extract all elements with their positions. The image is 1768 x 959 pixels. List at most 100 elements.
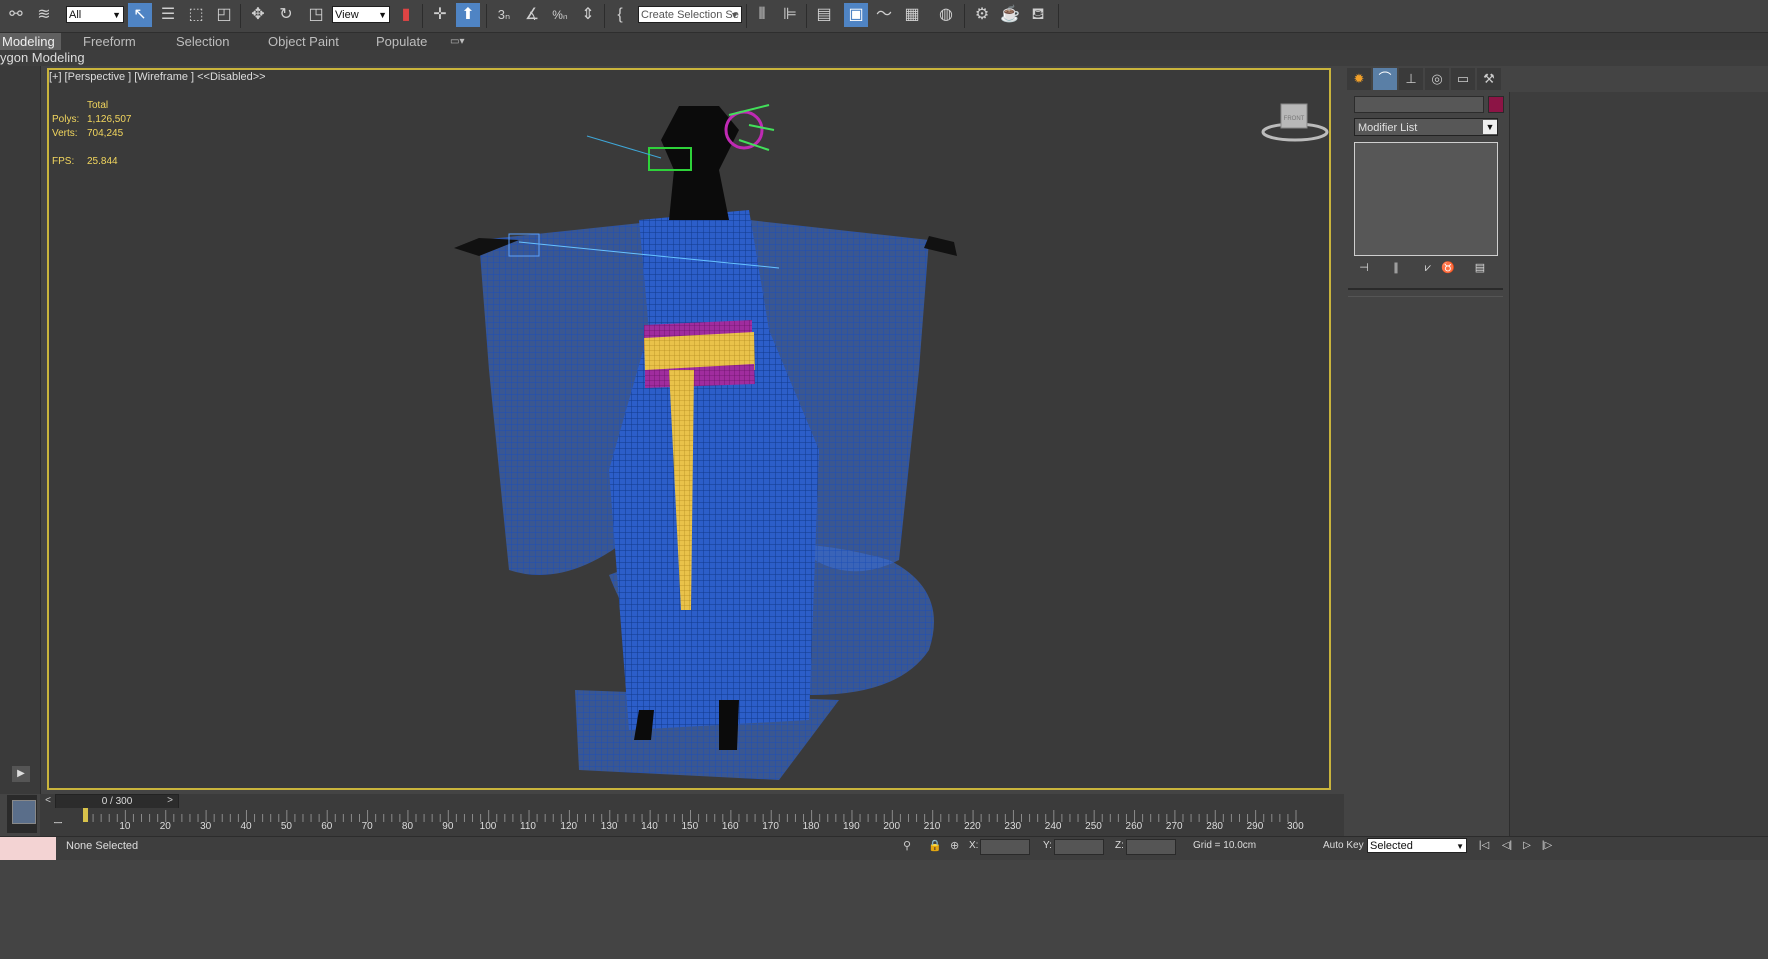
move-icon[interactable]: ✥ — [246, 3, 270, 27]
ribbon-options-icon[interactable]: ▭▾ — [450, 33, 464, 50]
snap-3d-icon[interactable]: 3ₙ — [492, 3, 516, 27]
selection-filter-dropdown[interactable]: All ▼ — [66, 6, 124, 23]
select-by-name-icon[interactable]: ☰ — [156, 3, 180, 27]
next-frame-icon[interactable]: |▷ — [1538, 839, 1556, 853]
tab-freeform[interactable]: Freeform — [83, 33, 136, 50]
ribbon-panel-label[interactable]: ygon Modeling — [0, 50, 1768, 66]
select-manipulate-icon[interactable]: ✛ — [428, 3, 452, 27]
expand-panel-icon[interactable]: ▶ — [12, 766, 30, 782]
stats-polys-value: 1,126,507 — [87, 114, 132, 125]
mirror-icon[interactable]: ⫴ — [750, 3, 774, 27]
command-panel: ✹ ⌒ ⊥ ◎ ▭ ⚒ Modifier List ▼ ⊣ ∥ ⩗ ♉ ▤ — [1343, 66, 1515, 836]
absolute-mode-icon[interactable]: ⊕ — [950, 839, 959, 852]
show-end-result-icon[interactable]: ∥ — [1387, 260, 1405, 276]
z-coord-label: Z: — [1115, 840, 1124, 851]
stats-fps-label: FPS: — [52, 156, 75, 167]
grid-size: Grid = 10.0cm — [1193, 840, 1257, 851]
tab-populate[interactable]: Populate — [376, 33, 427, 50]
maxscript-mini-listener[interactable] — [7, 795, 37, 833]
tab-object-paint[interactable]: Object Paint — [268, 33, 339, 50]
y-coord-field[interactable] — [1054, 839, 1104, 855]
current-frame-marker[interactable] — [83, 808, 88, 822]
modifier-list-dropdown[interactable]: Modifier List ▼ — [1354, 118, 1498, 136]
y-coord-label: Y: — [1043, 840, 1052, 851]
scene-explorer-icon[interactable]: ▣ — [844, 3, 868, 27]
viewport-disabled-label[interactable]: <<Disabled>> — [197, 71, 266, 83]
viewport-view-label[interactable]: [Perspective ] — [65, 71, 132, 83]
material-editor-icon[interactable]: ◍ — [934, 3, 958, 27]
key-filter-dropdown[interactable]: Selected ▼ — [1367, 838, 1467, 853]
unlink-icon[interactable]: ≋ — [32, 3, 56, 27]
track-tick-label: 80 — [401, 821, 414, 832]
render-setup-icon[interactable]: ⚙ — [970, 3, 994, 27]
status-bar: None Selected ⚲ 🔒 ⊕ X: Y: Z: Grid = 10.0… — [0, 836, 1768, 860]
track-tick-label: 160 — [721, 821, 739, 832]
named-selection-dropdown[interactable]: Create Selection Se ▼ — [638, 6, 742, 23]
play-icon[interactable]: ▷ — [1518, 839, 1536, 853]
stats-verts-value: 704,245 — [87, 128, 124, 139]
rotate-icon[interactable]: ↻ — [274, 3, 298, 27]
goto-start-icon[interactable]: |◁ — [1475, 839, 1493, 853]
keyboard-shortcut-icon[interactable]: ⬆ — [456, 3, 480, 27]
x-coord-field[interactable] — [980, 839, 1030, 855]
time-slider[interactable]: 0 / 300 — [55, 794, 179, 809]
z-coord-field[interactable] — [1126, 839, 1176, 855]
modifier-stack[interactable] — [1354, 142, 1498, 256]
render-icon[interactable]: ⛾ — [1026, 3, 1050, 27]
time-slider-next-icon[interactable]: > — [164, 794, 176, 807]
spinner-snap-icon[interactable]: ⇕ — [576, 3, 600, 27]
track-tick-label: 130 — [600, 821, 618, 832]
ref-coord-dropdown[interactable]: View ▼ — [332, 6, 390, 23]
app-window: ⚯ ≋ All ▼ ↖ ☰ ⬚ ◰ ✥ ↻ ◳ View ▼ ▮ ✛ ⬆ 3ₙ ∡ … — [0, 0, 1768, 959]
pin-stack-icon[interactable]: ⊣ — [1355, 260, 1373, 276]
edit-named-sets-icon[interactable]: { — [608, 3, 632, 27]
time-slider-prev-icon[interactable]: < — [42, 794, 54, 807]
tab-modeling[interactable]: Modeling — [0, 33, 61, 50]
selection-status: None Selected — [66, 840, 139, 852]
lock-selection-icon[interactable]: 🔒 — [928, 839, 942, 852]
auto-key-button[interactable]: Auto Key — [1323, 840, 1364, 851]
isolate-icon[interactable]: ⚲ — [903, 839, 911, 852]
curve-editor-icon[interactable]: 〜 — [872, 3, 896, 27]
object-name-field[interactable] — [1354, 96, 1484, 113]
track-tick-label: 100 — [479, 821, 497, 832]
ribbon-tabs: Modeling Freeform Selection Object Paint… — [0, 33, 1768, 50]
angle-snap-icon[interactable]: ∡ — [520, 3, 544, 27]
select-object-icon[interactable]: ↖ — [128, 3, 152, 27]
modify-icon[interactable]: ⌒ — [1373, 68, 1397, 90]
viewport-shading-label[interactable]: [Wireframe ] — [134, 71, 194, 83]
layer-manager-icon[interactable]: ▤ — [812, 3, 836, 27]
track-tick-label: 120 — [560, 821, 578, 832]
percent-snap-icon[interactable]: %ₙ — [548, 3, 572, 27]
track-tick-label: 10 — [119, 821, 131, 832]
viewport-label[interactable]: [+] [Perspective ] [Wireframe ] <<Disabled>… — [49, 71, 269, 83]
motion-icon[interactable]: ◎ — [1425, 68, 1449, 90]
tab-selection[interactable]: Selection — [176, 33, 229, 50]
track-tick-label: 280 — [1206, 821, 1223, 832]
track-tick-label: 60 — [321, 821, 333, 832]
track-bar[interactable] — [40, 808, 1344, 822]
scale-icon[interactable]: ◳ — [304, 3, 328, 27]
track-tick-label: 20 — [159, 821, 171, 832]
align-icon[interactable]: ⊫ — [778, 3, 802, 27]
object-color-swatch[interactable] — [1488, 96, 1504, 113]
pivot-icon[interactable]: ▮ — [394, 3, 418, 27]
utilities-icon[interactable]: ⚒ — [1477, 68, 1501, 90]
create-icon[interactable]: ✹ — [1347, 68, 1371, 90]
rendered-frame-icon[interactable]: ☕ — [998, 3, 1022, 27]
schematic-view-icon[interactable]: ▦ — [900, 3, 924, 27]
viewport-menu-plus[interactable]: [+] — [49, 71, 62, 83]
viewcube-icon[interactable]: FRONT — [1261, 102, 1331, 144]
perspective-viewport[interactable]: [+] [Perspective ] [Wireframe ] <<Disabled>… — [47, 68, 1331, 790]
remove-modifier-icon[interactable]: ♉ — [1439, 260, 1457, 276]
configure-modifier-sets-icon[interactable]: ▤ — [1471, 260, 1489, 276]
display-icon[interactable]: ▭ — [1451, 68, 1475, 90]
link-icon[interactable]: ⚯ — [4, 3, 28, 27]
rect-region-icon[interactable]: ⬚ — [184, 3, 208, 27]
hierarchy-icon[interactable]: ⊥ — [1399, 68, 1423, 90]
track-tick-label: 210 — [923, 821, 941, 832]
maxscript-listener[interactable] — [0, 837, 56, 860]
prev-frame-icon[interactable]: ◁| — [1498, 839, 1516, 853]
window-crossing-icon[interactable]: ◰ — [212, 3, 236, 27]
make-unique-icon[interactable]: ⩗ — [1419, 260, 1437, 276]
